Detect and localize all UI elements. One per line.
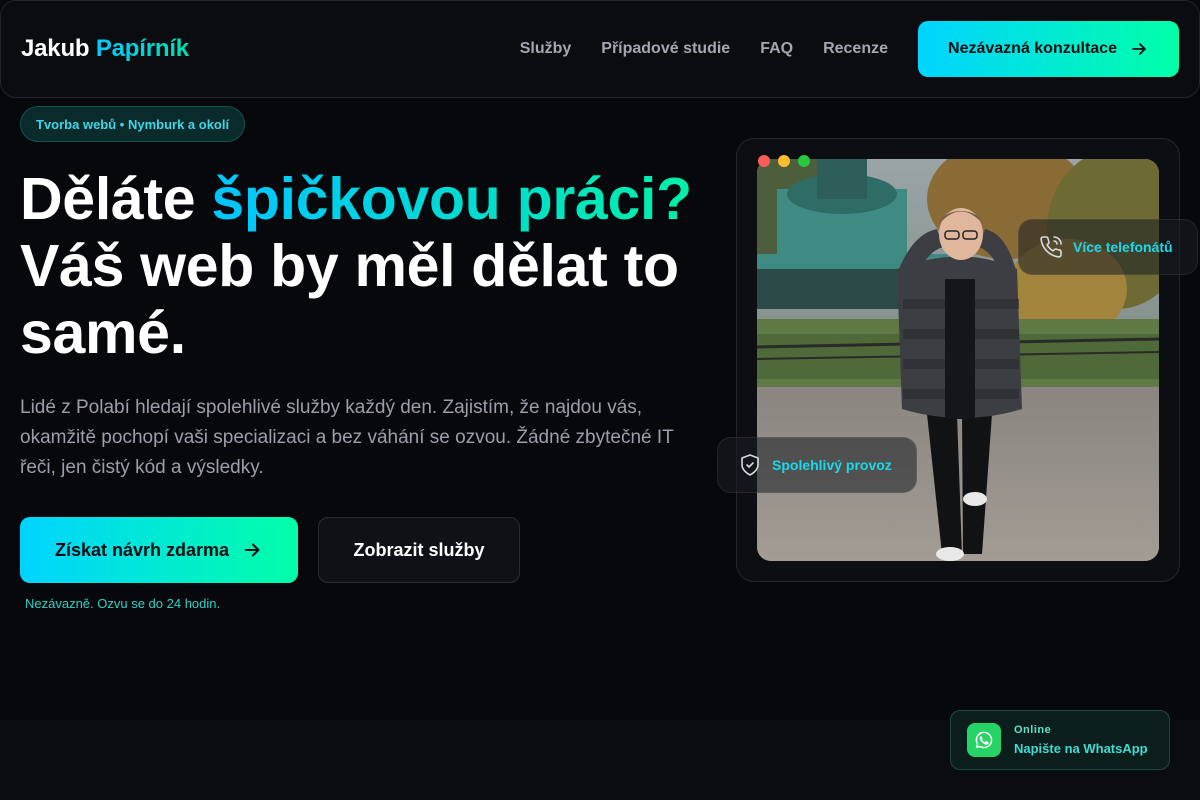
site-logo[interactable]: Jakub Papírník [21,35,189,63]
site-header: Jakub Papírník Služby Případové studie F… [0,0,1200,98]
red-dot-icon [758,155,770,167]
response-note: Nezávazně. Ozvu se do 24 hodin. [25,596,221,611]
whatsapp-status: Online [1014,724,1052,736]
hero-description: Lidé z Polabí hledají spolehlivé služby … [20,397,674,478]
consultation-button-label: Nezávazná konzultace [948,40,1117,57]
location-badge: Tvorba webů • Nymburk a okolí [20,106,246,142]
phone-icon [1040,236,1062,258]
photo-card [736,138,1180,582]
nav-link-pripadove-studie[interactable]: Případové studie [601,40,730,58]
hero-title-part2: Váš web by měl dělat to samé. [20,233,679,366]
show-services-label: Zobrazit služby [353,539,485,560]
more-calls-label: Více telefonátů [1073,239,1173,255]
nav-link-faq[interactable]: FAQ [760,40,793,58]
get-free-design-button[interactable]: Získat návrh zdarma [20,517,298,583]
logo-first-name: Jakub [21,35,90,62]
nav-link-recenze[interactable]: Recenze [823,40,888,58]
shield-check-icon [741,454,759,476]
arrow-right-icon [1132,43,1146,55]
hero-title-highlight: špičkovou práci? [211,166,692,232]
whatsapp-widget[interactable]: Online Napište na WhatsApp [950,710,1170,770]
window-dots [758,155,810,167]
hero-title-part1: Děláte [20,166,212,232]
main-nav: Služby Případové studie FAQ Recenze Nezá… [520,21,1179,77]
whatsapp-label: Napište na WhatsApp [1014,741,1148,756]
reliable-operation-label: Spolehlivý provoz [772,457,892,473]
yellow-dot-icon [778,155,790,167]
show-services-button[interactable]: Zobrazit služby [318,517,520,583]
green-dot-icon [798,155,810,167]
nav-link-sluzby[interactable]: Služby [520,40,572,58]
whatsapp-text: Online Napište na WhatsApp [1014,724,1148,756]
arrow-right-icon [244,543,260,557]
logo-last-name: Papírník [95,35,189,62]
reliable-operation-tag: Spolehlivý provoz [717,437,917,493]
page: Jakub Papírník Služby Případové studie F… [0,0,1200,800]
hero-title: Děláte špičkovou práci? Váš web by měl d… [20,166,720,367]
more-calls-tag: Více telefonátů [1018,219,1198,275]
get-free-design-label: Získat návrh zdarma [54,539,230,560]
consultation-button[interactable]: Nezávazná konzultace [918,21,1179,77]
whatsapp-icon [967,723,1001,757]
